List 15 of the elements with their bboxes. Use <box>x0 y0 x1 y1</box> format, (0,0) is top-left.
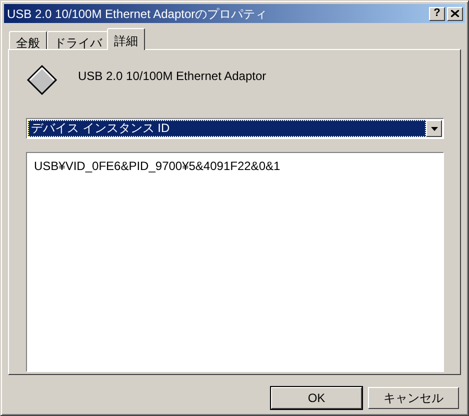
tab[interactable]: ドライバ <box>47 31 109 50</box>
device-icon <box>26 64 58 96</box>
dialog-button[interactable]: OK <box>271 387 362 409</box>
close-button[interactable] <box>447 6 463 20</box>
property-dropdown[interactable]: デバイス インスタンス ID <box>26 118 444 139</box>
tab[interactable]: 全般 <box>9 31 47 50</box>
device-name: USB 2.0 10/100M Ethernet Adaptor <box>78 68 266 85</box>
list-item[interactable]: USB¥VID_0FE6&PID_9700¥5&4091F22&0&1 <box>34 157 436 175</box>
help-button[interactable]: ? <box>429 6 445 20</box>
tab[interactable]: 詳細 <box>107 28 145 50</box>
dropdown-button[interactable] <box>426 120 442 137</box>
caret-icon <box>430 126 438 130</box>
dialog-button[interactable]: キャンセル <box>368 387 459 409</box>
close-icon <box>451 10 459 17</box>
window-title: USB 2.0 10/100M Ethernet Adaptorのプロパティ <box>7 6 268 22</box>
